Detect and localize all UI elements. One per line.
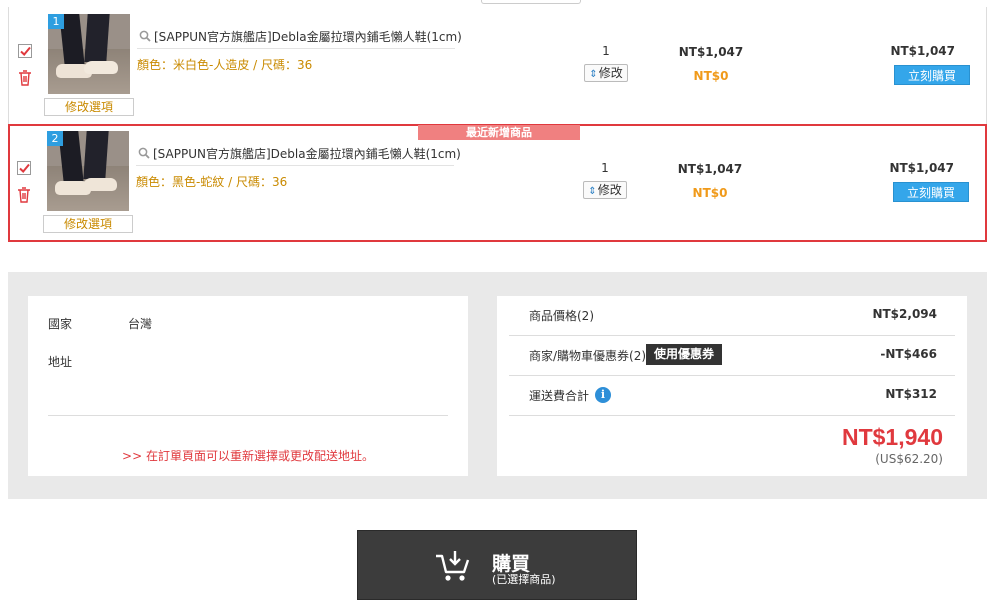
cart-download-icon	[436, 551, 470, 581]
recently-added-tag: 最近新增商品	[418, 125, 580, 140]
item-index-badge: 1	[48, 14, 64, 29]
discount-value: NT$0	[693, 69, 729, 83]
product-options: 顏色：米白色-人造皮 / 尺碼：36	[137, 58, 313, 72]
divider	[48, 415, 448, 416]
quantity-edit-button[interactable]: ⇕修改	[584, 64, 628, 82]
product-price-row: 商品價格(2) NT$2,094	[509, 296, 955, 336]
search-icon	[138, 147, 150, 159]
unit-price: NT$1,047	[678, 45, 744, 59]
product-title[interactable]: [SAPPUN官方旗艦店]Debla金屬拉環內鋪毛懶人鞋(1cm)	[153, 145, 461, 162]
top-tab	[481, 0, 581, 4]
shipping-row: 運送費合計 i NT$312	[509, 376, 955, 416]
item-index-badge: 2	[47, 131, 63, 146]
search-icon	[139, 30, 151, 42]
coupon-row: 商家/購物車優惠券(2) 使用優惠券 -NT$466	[509, 336, 955, 376]
order-summary-panel: 國家 台灣 地址 >> 在訂單頁面可以重新選擇或更改配送地址。 商品價格(2) …	[8, 272, 987, 499]
coupon-value: -NT$466	[880, 347, 937, 361]
item-subtotal: NT$1,047	[890, 44, 955, 58]
product-options: 顏色：黑色-蛇紋 / 尺碼：36	[136, 175, 288, 189]
info-icon[interactable]: i	[595, 387, 611, 403]
price-breakdown-card: 商品價格(2) NT$2,094 商家/購物車優惠券(2) 使用優惠券 -NT$…	[497, 296, 967, 476]
edit-options-button[interactable]: 修改選項	[44, 98, 134, 116]
address-card: 國家 台灣 地址 >> 在訂單頁面可以重新選擇或更改配送地址。	[28, 296, 468, 476]
buy-now-button[interactable]: 立刻購買	[893, 182, 969, 202]
item-subtotal: NT$1,047	[889, 161, 954, 175]
shipping-value: NT$312	[885, 387, 937, 401]
quantity-edit-label: 修改	[597, 183, 622, 197]
checkbox-checked-icon[interactable]	[18, 44, 32, 58]
quantity-edit-label: 修改	[598, 66, 623, 80]
trash-icon[interactable]	[16, 186, 32, 203]
product-title-row[interactable]: [SAPPUN官方旗艦店]Debla金屬拉環內鋪毛懶人鞋(1cm)	[136, 144, 461, 166]
grand-total: NT$1,940	[841, 424, 943, 450]
use-coupon-button[interactable]: 使用優惠券	[646, 344, 722, 365]
cart-item-1: 1 修改選項 [SAPPUN官方旗艦店]Debla金屬拉環內鋪毛懶人鞋(1cm)…	[8, 7, 987, 125]
quantity-value: 1	[601, 161, 609, 175]
spinner-icon: ⇕	[588, 186, 597, 197]
unit-price: NT$1,047	[677, 162, 743, 176]
coupon-label: 商家/購物車優惠券(2)	[529, 349, 647, 363]
grand-total-usd: (US$62.20)	[875, 452, 943, 466]
shipping-label: 運送費合計	[529, 389, 590, 403]
product-title-row[interactable]: [SAPPUN官方旗艦店]Debla金屬拉環內鋪毛懶人鞋(1cm)	[137, 27, 462, 49]
cart-item-2: 最近新增商品 2 修改選項 [SAPPUN官方旗艦店]Debla金屬拉環內鋪毛懶…	[8, 124, 987, 242]
buy-now-button[interactable]: 立刻購買	[894, 65, 970, 85]
address-change-note[interactable]: >> 在訂單頁面可以重新選擇或更改配送地址。	[28, 447, 468, 464]
product-price-value: NT$2,094	[872, 307, 937, 321]
country-label: 國家	[48, 317, 73, 331]
product-price-label: 商品價格(2)	[529, 309, 594, 323]
discount-value: NT$0	[692, 186, 728, 200]
product-title[interactable]: [SAPPUN官方旗艦店]Debla金屬拉環內鋪毛懶人鞋(1cm)	[154, 28, 462, 45]
quantity-edit-button[interactable]: ⇕修改	[583, 181, 627, 199]
trash-icon[interactable]	[17, 69, 33, 86]
address-label: 地址	[48, 355, 73, 369]
edit-options-button[interactable]: 修改選項	[43, 215, 133, 233]
checkout-button[interactable]: 購買 (已選擇商品)	[357, 530, 637, 600]
spinner-icon: ⇕	[589, 69, 598, 80]
country-value: 台灣	[128, 317, 153, 331]
checkbox-checked-icon[interactable]	[17, 161, 31, 175]
quantity-value: 1	[602, 44, 610, 58]
checkout-sub-label: (已選擇商品)	[492, 573, 556, 586]
